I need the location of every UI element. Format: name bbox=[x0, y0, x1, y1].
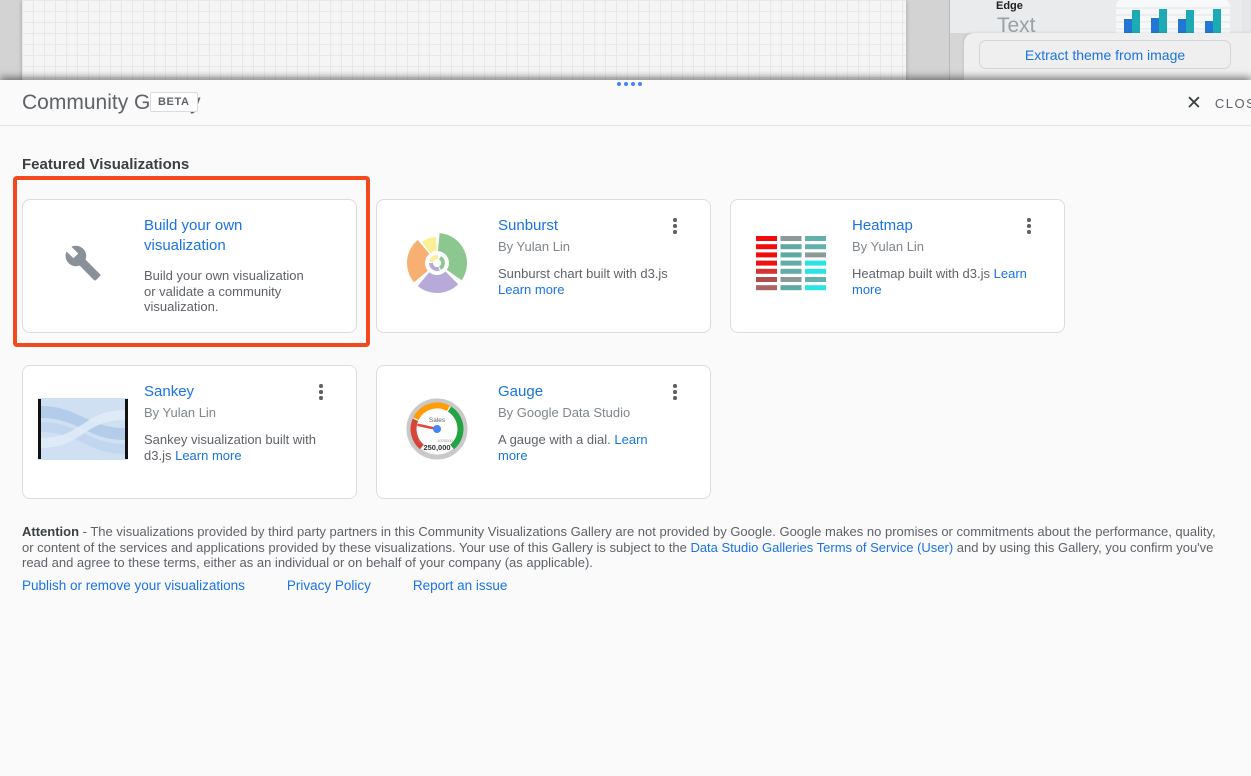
theme-name-edge: Edge bbox=[996, 0, 1023, 12]
sankey-thumbnail bbox=[38, 383, 128, 475]
gallery-card-gauge[interactable]: Sales 0 1000000 250,000 Gauge By Google … bbox=[376, 365, 711, 499]
theme-panel: Edge Text bbox=[949, 0, 1251, 80]
report-issue-link[interactable]: Report an issue bbox=[413, 578, 508, 593]
extract-theme-button[interactable]: Extract theme from image bbox=[979, 40, 1231, 69]
card-byline: By Yulan Lin bbox=[144, 405, 324, 420]
card-description: Build your own visualization or validate… bbox=[144, 268, 306, 315]
theme-list: Edge Text bbox=[950, 0, 1251, 33]
report-editor-background: Edge Text bbox=[0, 0, 1251, 80]
gauge-thumbnail: Sales 0 1000000 250,000 bbox=[392, 383, 482, 475]
card-byline: By Google Data Studio bbox=[498, 405, 678, 420]
gallery-card-sankey[interactable]: Sankey By Yulan Lin Sankey visualization… bbox=[22, 365, 357, 499]
card-description: Sunburst chart built with d3.js Learn mo… bbox=[498, 266, 676, 297]
scrollbar-track[interactable] bbox=[1242, 0, 1251, 33]
terms-of-service-link[interactable]: Data Studio Galleries Terms of Service (… bbox=[690, 540, 953, 555]
gallery-card-heatmap[interactable]: Heatmap By Yulan Lin Heatmap built with … bbox=[730, 199, 1065, 333]
svg-text:Sales: Sales bbox=[429, 417, 446, 424]
card-description: Heatmap built with d3.js Learn more bbox=[852, 266, 1030, 297]
report-canvas-grid[interactable] bbox=[22, 0, 906, 80]
card-title[interactable]: Sankey bbox=[144, 382, 324, 402]
card-description: Sankey visualization built with d3.js Le… bbox=[144, 432, 322, 463]
privacy-policy-link[interactable]: Privacy Policy bbox=[287, 578, 371, 593]
theme-next-label: Text bbox=[997, 14, 1036, 33]
gallery-card-sunburst[interactable]: Sunburst By Yulan Lin Sunburst chart bui… bbox=[376, 199, 711, 333]
community-gallery-modal: Community Gallery BETA ✕ CLOSE Featured … bbox=[0, 80, 1251, 776]
gallery-card-build-your-own[interactable]: Build your own visualization Build your … bbox=[22, 199, 357, 333]
svg-text:250,000: 250,000 bbox=[423, 443, 450, 452]
card-title[interactable]: Heatmap bbox=[852, 216, 1032, 236]
card-description: A gauge with a dial. Learn more bbox=[498, 432, 676, 463]
close-icon[interactable]: ✕ bbox=[1186, 94, 1202, 113]
card-title[interactable]: Gauge bbox=[498, 382, 678, 402]
modal-header: Community Gallery BETA ✕ CLOSE bbox=[0, 80, 1251, 126]
section-title: Featured Visualizations bbox=[22, 156, 189, 173]
beta-badge: BETA bbox=[150, 92, 198, 112]
footer-links: Publish or remove your visualizations Pr… bbox=[22, 578, 507, 593]
theme-preview-chart[interactable] bbox=[1116, 0, 1230, 33]
card-title[interactable]: Sunburst bbox=[498, 216, 678, 236]
heatmap-thumbnail bbox=[746, 217, 836, 309]
card-byline: By Yulan Lin bbox=[498, 239, 678, 254]
learn-more-link[interactable]: Learn more bbox=[498, 282, 564, 297]
attention-label: Attention bbox=[22, 524, 79, 539]
theme-panel-footer: Extract theme from image bbox=[964, 33, 1251, 80]
wrench-icon bbox=[38, 217, 128, 309]
sunburst-thumbnail bbox=[392, 217, 482, 309]
card-title[interactable]: Build your own visualization bbox=[144, 216, 294, 256]
attention-text: Attention - The visualizations provided … bbox=[22, 524, 1225, 571]
learn-more-link[interactable]: Learn more bbox=[175, 448, 241, 463]
close-button-label[interactable]: CLOSE bbox=[1215, 96, 1251, 111]
publish-visualizations-link[interactable]: Publish or remove your visualizations bbox=[22, 578, 245, 593]
card-byline: By Yulan Lin bbox=[852, 239, 1032, 254]
close-button[interactable]: ✕ CLOSE bbox=[1186, 80, 1251, 126]
